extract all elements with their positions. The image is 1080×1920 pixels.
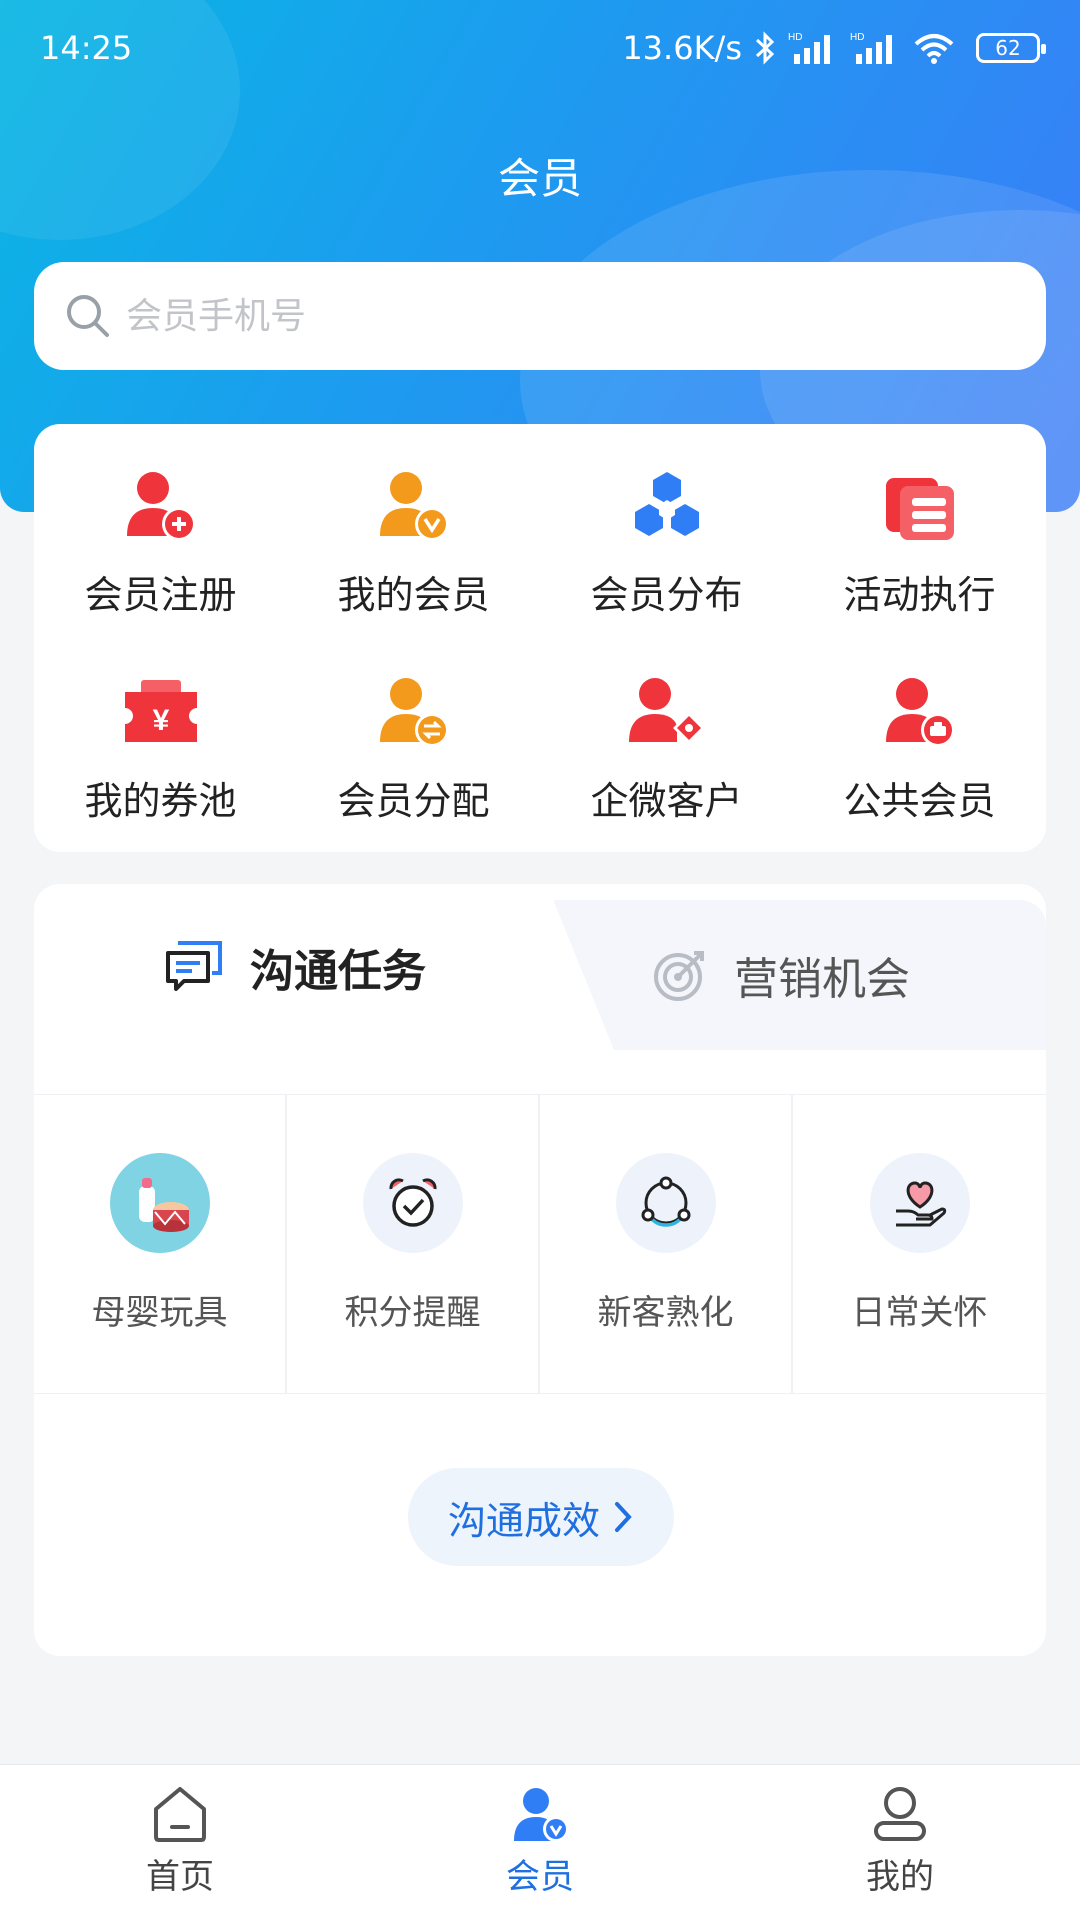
search-input[interactable] [126, 295, 1006, 337]
quick-public-member[interactable]: 公共会员 [793, 672, 1046, 878]
member-allocation-icon [379, 678, 449, 747]
cycle-nodes-icon [615, 1153, 716, 1253]
profile-icon [874, 1787, 926, 1841]
quick-coupon-pool[interactable]: ¥ 我的券池 [34, 672, 287, 878]
nav-label: 首页 [146, 1857, 214, 1897]
member-icon [514, 1788, 569, 1842]
quick-wecom-customer[interactable]: 企微客户 [540, 672, 793, 878]
quick-label: 公共会员 [843, 779, 996, 823]
quick-label: 我的会员 [337, 573, 490, 617]
task-tabs: 沟通任务 营销机会 [34, 884, 1046, 1050]
target-icon [654, 951, 704, 1001]
bluetooth-icon [755, 31, 775, 65]
nav-home[interactable]: 首页 [0, 1765, 360, 1920]
quick-member-register[interactable]: 会员注册 [34, 466, 287, 672]
status-time: 14:25 [40, 29, 133, 67]
quick-member-distribution[interactable]: 会员分布 [540, 466, 793, 672]
tab-communication-task[interactable]: 沟通任务 [164, 884, 426, 1050]
task-points-reminder[interactable]: 积分提醒 [287, 1095, 540, 1393]
svg-text:HD: HD [788, 32, 802, 43]
effect-button-label: 沟通成效 [447, 1498, 600, 1543]
activity-execution-icon [885, 478, 954, 540]
alarm-clock-icon [362, 1153, 463, 1253]
quick-actions-card: 会员注册 我的会员 会员分布 活动执行 ¥ 我的券池 会员分配 企微客户 公共会… [34, 424, 1046, 852]
quick-my-members[interactable]: 我的会员 [287, 466, 540, 672]
coupon-pool-icon: ¥ [124, 680, 197, 742]
svg-text:¥: ¥ [152, 704, 169, 737]
public-member-icon [885, 678, 955, 747]
task-card: 沟通任务 营销机会 母婴玩具 积分提醒 新客熟化 日常关怀 沟通成效 [34, 884, 1046, 1656]
nav-label: 我的 [866, 1857, 934, 1897]
task-daily-care[interactable]: 日常关怀 [793, 1095, 1046, 1393]
quick-activity-execution[interactable]: 活动执行 [793, 466, 1046, 672]
tab-marketing-opportunity[interactable]: 营销机会 [652, 892, 910, 1058]
my-members-icon [379, 472, 449, 541]
signal-hd-icon: HD [788, 32, 830, 64]
quick-label: 会员分配 [337, 779, 490, 823]
network-speed: 13.6K/s [622, 29, 742, 67]
quick-label: 企微客户 [590, 779, 743, 823]
quick-label: 会员分布 [590, 573, 743, 617]
tab-label: 营销机会 [734, 954, 910, 1005]
status-bar: 14:25 13.6K/s HD HD 62 [0, 0, 1080, 96]
nav-profile[interactable]: 我的 [720, 1765, 1080, 1920]
battery-level: 62 [995, 36, 1021, 60]
search-icon [67, 295, 109, 337]
home-icon [154, 1787, 206, 1842]
battery-icon: 62 [976, 33, 1046, 63]
task-label: 新客熟化 [597, 1293, 734, 1333]
task-label: 积分提醒 [344, 1293, 481, 1333]
chevron-right-icon [615, 1502, 632, 1532]
bottom-navigation: 首页 会员 我的 [0, 1764, 1080, 1920]
chat-task-icon [166, 941, 222, 991]
baby-toys-icon [109, 1153, 210, 1253]
task-label: 母婴玩具 [91, 1293, 228, 1333]
quick-member-allocation[interactable]: 会员分配 [287, 672, 540, 878]
page-title: 会员 [497, 154, 582, 203]
search-bar[interactable] [34, 262, 1046, 370]
task-grid: 母婴玩具 积分提醒 新客熟化 日常关怀 [34, 1094, 1046, 1394]
nav-member[interactable]: 会员 [360, 1765, 720, 1920]
quick-label: 会员注册 [84, 573, 237, 617]
member-register-icon [126, 472, 196, 541]
wecom-customer-icon [628, 678, 705, 744]
member-distribution-icon [634, 472, 699, 536]
communication-effect-button[interactable]: 沟通成效 [408, 1468, 674, 1566]
wifi-icon [914, 34, 954, 64]
tab-label: 沟通任务 [250, 946, 426, 997]
nav-label: 会员 [506, 1857, 574, 1897]
quick-label: 活动执行 [843, 573, 996, 617]
signal-hd-icon: HD [850, 32, 892, 64]
task-baby-toys[interactable]: 母婴玩具 [34, 1095, 287, 1393]
task-new-customer[interactable]: 新客熟化 [540, 1095, 793, 1393]
task-label: 日常关怀 [851, 1293, 988, 1333]
heart-hand-icon [869, 1153, 970, 1253]
quick-label: 我的券池 [84, 779, 237, 823]
svg-text:HD: HD [850, 32, 864, 43]
